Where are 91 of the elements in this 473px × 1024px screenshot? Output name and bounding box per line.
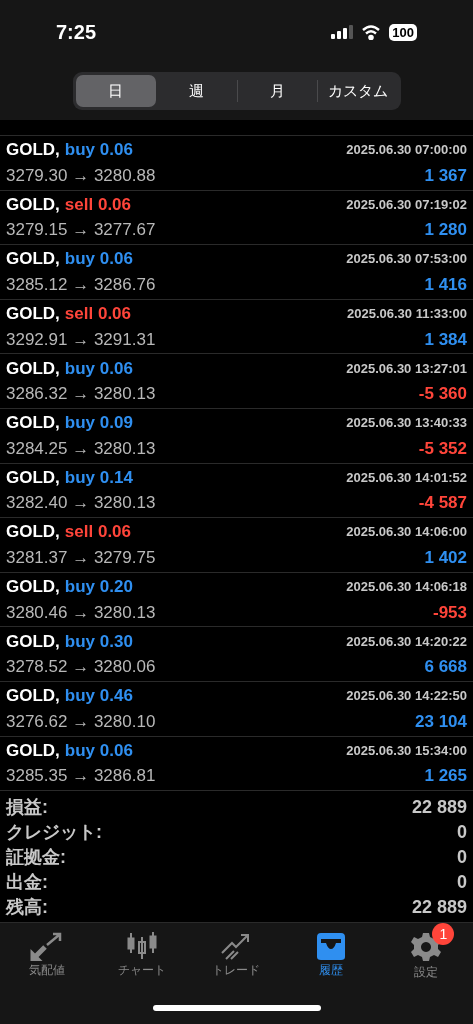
deal-time: 2025.06.30 13:40:33 (346, 414, 467, 433)
deal-symbol: GOLD, (6, 739, 60, 762)
summary-label: クレジット: (6, 821, 102, 845)
deal-symbol: GOLD, (6, 139, 60, 162)
deal-prices: 3278.52 → 3280.06 (6, 656, 156, 679)
deal-side: buy 0.30 (64, 630, 133, 653)
deal-side: buy 0.06 (64, 139, 133, 162)
deal-time: 2025.06.30 14:06:18 (346, 578, 467, 597)
deal-profit: 6 668 (424, 656, 467, 679)
deal-profit: 1 367 (424, 164, 467, 187)
deal-time: 2025.06.30 15:34:00 (346, 741, 467, 760)
deal-symbol: GOLD, (6, 466, 60, 489)
status-time: 7:25 (56, 20, 97, 45)
deal-side: sell 0.06 (64, 303, 131, 326)
deal-side: buy 0.06 (64, 357, 133, 380)
deal-profit: -953 (432, 601, 467, 624)
deal-symbol: GOLD, (6, 685, 60, 708)
summary-value: 0 (457, 846, 467, 870)
deal-time: 2025.06.30 14:20:22 (346, 632, 467, 651)
deal-prices: 3285.12 → 3286.76 (6, 274, 156, 296)
deal-side: buy 0.06 (64, 248, 133, 271)
summary-value: 22 889 (411, 896, 467, 920)
deal-prices: 3282.40 → 3280.13 (6, 492, 156, 515)
deal-side: buy 0.09 (64, 412, 133, 435)
deal-row[interactable]: GOLD, buy 0.06 2025.06.30 07:53:00 3285.12 → 3286.76 1 416 (0, 245, 473, 300)
deal-symbol: GOLD, (6, 248, 60, 271)
deal-row[interactable]: GOLD, buy 0.09 2025.06.30 13:40:33 3284.25 → 3280.13 -5 352 (0, 408, 473, 464)
deal-profit: 1 416 (424, 274, 467, 296)
deal-prices: 3284.25 → 3280.13 (6, 437, 156, 460)
signal-icon (331, 25, 354, 39)
deal-prices: 3281.37 → 3279.75 (6, 546, 156, 569)
deal-side: buy 0.06 (64, 739, 133, 762)
deal-profit: -5 352 (418, 437, 467, 460)
deal-time: 2025.06.30 14:22:50 (346, 687, 467, 706)
settings-icon (409, 931, 442, 963)
deal-time: 2025.06.30 07:19:02 (346, 195, 467, 214)
deal-side: sell 0.06 (64, 521, 131, 544)
period-tab[interactable]: 週 (157, 75, 237, 107)
notification-badge: 1 (432, 923, 455, 945)
tab-bar-item[interactable]: トレード (189, 923, 284, 977)
deal-side: buy 0.46 (64, 685, 133, 708)
deal-profit: 1 265 (424, 765, 467, 788)
deal-row[interactable]: GOLD, buy 0.06 2025.06.30 15:34:00 3285.35 → 3286.81 1 265 (0, 736, 473, 792)
period-tab[interactable]: カスタム (318, 75, 398, 107)
summary-value: 22 889 (411, 796, 467, 820)
deal-time: 2025.06.30 07:00:00 (346, 141, 467, 160)
deal-symbol: GOLD, (6, 193, 60, 216)
deal-time: 2025.06.30 14:01:52 (346, 468, 467, 487)
deal-profit: 1 280 (424, 219, 467, 242)
tab-bar-item[interactable]: チャート (94, 923, 190, 977)
deal-profit: 1 402 (424, 546, 467, 569)
tab-bar-item[interactable]: 履歴 (283, 923, 379, 977)
deal-profit: 1 384 (424, 328, 467, 351)
summary-value: 0 (457, 871, 467, 895)
deal-prices: 3280.46 → 3280.13 (6, 601, 156, 624)
deal-symbol: GOLD, (6, 576, 60, 599)
deal-symbol: GOLD, (6, 521, 60, 544)
deal-side: buy 0.20 (64, 576, 133, 599)
deal-prices: 3276.62 → 3280.10 (6, 710, 156, 733)
deal-row[interactable]: GOLD, buy 0.06 2025.06.30 13:27:01 3286.32 → 3280.13 -5 360 (0, 354, 473, 409)
deal-symbol: GOLD, (6, 412, 60, 435)
deal-profit: -5 360 (418, 383, 467, 406)
summary-label: 証拠金: (6, 846, 66, 870)
summary-value: 0 (457, 821, 467, 845)
deal-time: 2025.06.30 07:53:00 (346, 250, 467, 269)
wifi-icon (361, 24, 382, 40)
period-tab[interactable]: 日 (75, 75, 156, 107)
tab-bar-item[interactable]: 気配値 (0, 923, 95, 977)
deal-prices: 3286.32 → 3280.13 (6, 383, 156, 406)
deal-prices: 3279.15 → 3277.67 (6, 219, 156, 242)
battery-level: 100 (389, 23, 417, 41)
deal-time: 2025.06.30 11:33:00 (347, 305, 467, 324)
deal-side: sell 0.06 (64, 193, 131, 216)
period-tab[interactable]: 月 (237, 75, 317, 107)
deal-profit: 23 104 (415, 710, 467, 733)
summary-label: 損益: (6, 796, 48, 820)
deal-row[interactable]: GOLD, buy 0.20 2025.06.30 14:06:18 3280.46 → 3280.13 -953 (0, 572, 473, 628)
deal-profit: -4 587 (418, 492, 467, 515)
deal-prices: 3292.91 → 3291.31 (6, 328, 156, 351)
deal-symbol: GOLD, (6, 303, 60, 326)
summary-label: 出金: (6, 871, 48, 895)
deal-symbol: GOLD, (6, 357, 60, 380)
deal-side: buy 0.14 (64, 466, 133, 489)
deal-time: 2025.06.30 14:06:00 (346, 523, 467, 542)
deal-symbol: GOLD, (6, 630, 60, 653)
deal-prices: 3285.35 → 3286.81 (6, 765, 156, 788)
deal-time: 2025.06.30 13:27:01 (346, 359, 467, 378)
tab-bar-item[interactable]: 設定 1 (378, 923, 473, 979)
deal-row[interactable]: GOLD, buy 0.06 2025.06.30 07:00:00 3279.30 → 3280.88 1 367 (0, 136, 473, 191)
deal-prices: 3279.30 → 3280.88 (6, 164, 156, 187)
summary-label: 残高: (6, 896, 48, 920)
